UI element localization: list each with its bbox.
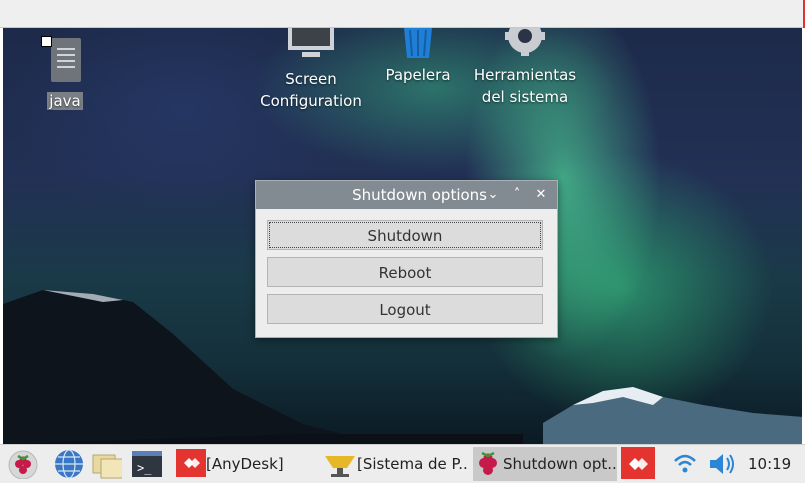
shutdown-options-dialog: Shutdown options ⌄ ˄ ✕ Shutdown Reboot L… [255, 180, 558, 338]
desktop-icon-label: java [47, 92, 83, 110]
clock[interactable]: 10:19 [748, 447, 791, 481]
desktop-icon-label: Herramientas [473, 66, 577, 84]
gear-icon [505, 28, 545, 56]
reboot-button[interactable]: Reboot [267, 257, 543, 287]
monitor-icon [288, 28, 334, 57]
dialog-titlebar[interactable]: Shutdown options ⌄ ˄ ✕ [256, 181, 557, 209]
task-label: [Sistema de P... [357, 455, 468, 473]
task-label: [AnyDesk] [206, 455, 284, 473]
wifi-icon[interactable] [672, 448, 698, 480]
maximize-icon[interactable]: ˄ [508, 186, 526, 204]
task-shutdown-options[interactable]: Shutdown opt... [473, 447, 617, 481]
chevron-down-icon[interactable]: ⌄ [484, 186, 502, 204]
logout-button[interactable]: Logout [267, 294, 543, 324]
browser-globe-icon[interactable] [54, 449, 84, 479]
scale-icon [325, 456, 355, 477]
wallpaper-mountain-right [543, 387, 802, 444]
file-manager-icon[interactable] [92, 449, 122, 479]
task-sistema[interactable]: [Sistema de P... [323, 447, 468, 481]
desktop-icon-label: Papelera [385, 66, 451, 84]
svg-text:>_: >_ [137, 461, 152, 475]
desktop-icon-system-tools[interactable]: Herramientas del sistema [473, 28, 577, 108]
desktop-icon-trash[interactable]: Papelera [383, 28, 453, 86]
taskbar: >_ [AnyDesk] [Sistema de P... Shutdown o… [0, 444, 805, 483]
terminal-icon[interactable]: >_ [132, 449, 162, 479]
dialog-title: Shutdown options [352, 186, 487, 204]
raspberry-menu-icon[interactable] [8, 449, 38, 479]
desktop-icon-java[interactable]: java [45, 36, 85, 112]
task-anydesk[interactable]: [AnyDesk] [176, 447, 312, 481]
desktop-icon-label: del sistema [481, 88, 569, 106]
raspberry-icon [479, 451, 497, 475]
shutdown-button[interactable]: Shutdown [267, 220, 543, 250]
task-label: Shutdown opt... [503, 455, 617, 473]
trash-icon [404, 28, 432, 58]
shortcut-arrow-icon [41, 36, 52, 47]
desktop-icon-screen-configuration[interactable]: Screen Configuration [258, 28, 364, 112]
anydesk-icon [176, 449, 206, 477]
close-icon[interactable]: ✕ [532, 186, 550, 204]
desktop-icon-label: Screen [285, 70, 337, 88]
anydesk-tray-icon[interactable] [621, 447, 655, 479]
top-window-strip [0, 0, 805, 28]
document-icon [51, 38, 81, 82]
desktop-icon-label: Configuration [260, 92, 362, 110]
volume-icon[interactable] [707, 448, 737, 480]
